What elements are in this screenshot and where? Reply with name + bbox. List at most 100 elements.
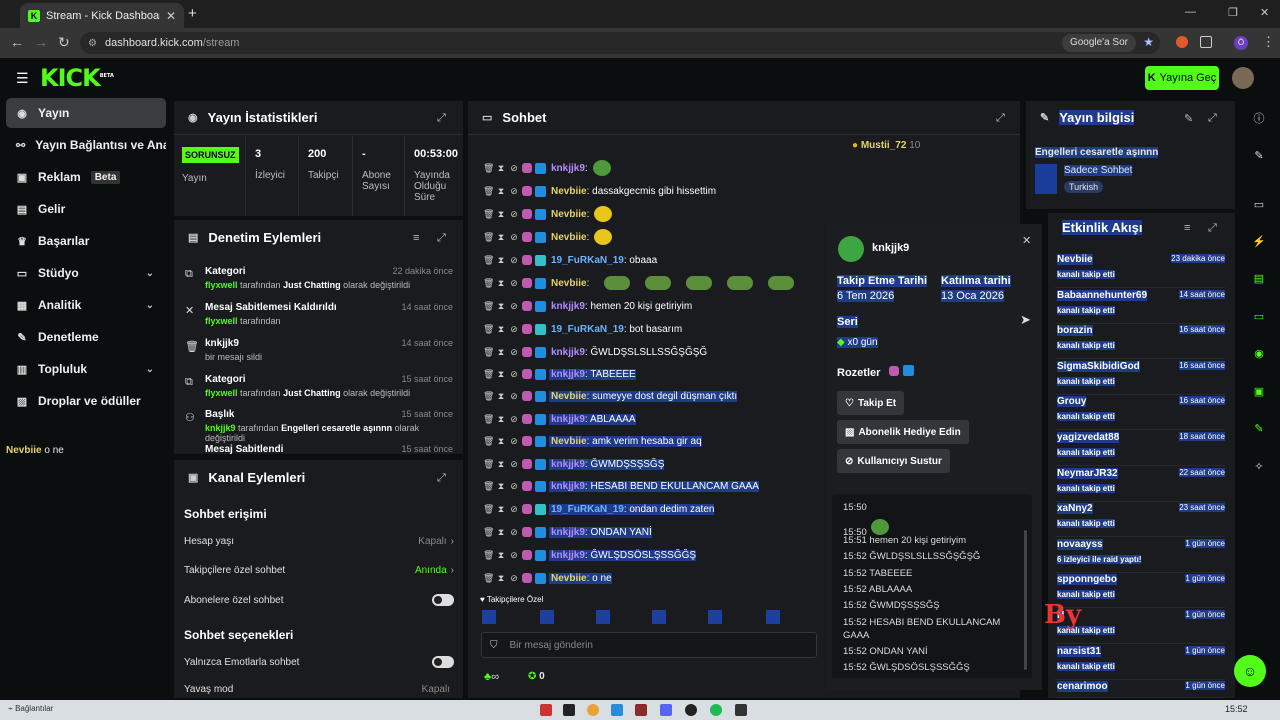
chat-message[interactable]: 🗑 ⧗ ⊘ 19_FuRKaN_19: bot basarım: [483, 319, 682, 339]
activity-username[interactable]: Nevbiie: [1057, 254, 1093, 265]
trash-icon[interactable]: 🗑: [483, 550, 494, 561]
ban-icon[interactable]: ⊘: [509, 209, 519, 220]
trash-icon[interactable]: 🗑: [483, 369, 494, 380]
chat-message[interactable]: 🗑 ⧗ ⊘ knkjjk9: ABLAAAA: [483, 409, 636, 429]
ban-icon[interactable]: ⊘: [509, 324, 519, 335]
trash-icon[interactable]: 🗑: [483, 255, 494, 266]
chat-username[interactable]: Nevbiie: [551, 232, 587, 243]
list-icon[interactable]: ▤: [1248, 267, 1270, 289]
chat-message[interactable]: 🗑 ⧗ ⊘ knkjjk9: TABEEEE: [483, 364, 636, 384]
chat-username[interactable]: knkjjk9: [551, 414, 585, 425]
stream-tag[interactable]: Turkish: [1064, 181, 1104, 193]
extension-icon[interactable]: [1176, 36, 1188, 48]
follow-button[interactable]: ♡ Takip Et: [837, 391, 905, 415]
maximize-icon[interactable]: ❐: [1228, 6, 1238, 19]
slow-mode-row[interactable]: Yavaş mod Kapalı: [184, 681, 454, 698]
activity-username[interactable]: NeymarJR32: [1057, 467, 1118, 479]
chat-message[interactable]: 🗑 ⧗ ⊘ knkjjk9: hemen 20 kişi getiriyim: [483, 296, 692, 316]
trash-icon[interactable]: 🗑: [483, 209, 494, 220]
chat-username[interactable]: knkjjk9: [551, 459, 585, 470]
discord-icon[interactable]: [660, 704, 672, 716]
trash-icon[interactable]: 🗑: [483, 232, 494, 243]
ban-icon[interactable]: ⊘: [509, 414, 519, 425]
chrome-icon[interactable]: [587, 704, 599, 716]
ban-icon[interactable]: ⊘: [509, 459, 519, 470]
category-name[interactable]: Sadece Sohbet: [1064, 165, 1133, 176]
user-card-username[interactable]: knkjjk9: [872, 242, 909, 254]
trash-icon[interactable]: 🗑: [483, 278, 494, 289]
lightning-icon[interactable]: ⚡: [1248, 230, 1270, 252]
activity-username[interactable]: novaayss: [1057, 538, 1103, 550]
app-icon[interactable]: [685, 704, 697, 716]
chat-icon[interactable]: ▭: [1248, 305, 1270, 327]
extensions-puzzle-icon[interactable]: [1200, 36, 1212, 48]
sidebar-item-gelir[interactable]: ▤ Gelir: [6, 194, 166, 224]
mute-user-button[interactable]: ⊘ Kullanıcıyı Sustur: [837, 449, 950, 473]
chat-username[interactable]: Nevbiie: [551, 391, 587, 402]
chat-username[interactable]: knkjjk9: [551, 527, 585, 538]
timeout-icon[interactable]: ⧗: [496, 301, 506, 312]
bookmark-star-icon[interactable]: ★: [1143, 35, 1154, 49]
ban-icon[interactable]: ⊘: [509, 186, 519, 197]
timeout-icon[interactable]: ⧗: [496, 255, 506, 266]
minimize-icon[interactable]: —: [1185, 6, 1196, 18]
channel-points[interactable]: ✪ 0: [528, 671, 545, 682]
activity-username[interactable]: yagizvedat88: [1057, 432, 1120, 443]
sidebar-item-yayin[interactable]: ◉ Yayın: [6, 98, 166, 128]
chat-username[interactable]: 19_FuRKaN_19: [551, 255, 624, 266]
chat-username[interactable]: knkjjk9: [551, 550, 585, 561]
go-live-button[interactable]: K Yayına Geç: [1145, 66, 1219, 90]
network-status[interactable]: ⌁ Bağlantılar: [8, 704, 53, 713]
history-scrollbar[interactable]: [1024, 530, 1027, 670]
gift-sub-button[interactable]: ▨ Abonelik Hediye Edin: [837, 420, 969, 444]
expand-icon[interactable]: ⤢: [1208, 222, 1217, 235]
sidebar-item-topluluk[interactable]: ▥ Topluluk ⌄: [6, 354, 166, 384]
activity-item[interactable]: SigmaSkibidiGod kanalı takip etti 16 saat …: [1055, 359, 1225, 395]
activity-username[interactable]: Grouy: [1057, 396, 1087, 408]
activity-item[interactable]: cenarimoo 1 gün önce: [1055, 679, 1225, 698]
ban-icon[interactable]: ⊘: [509, 391, 519, 402]
app-icon[interactable]: [563, 704, 575, 716]
chat-username[interactable]: Nevbiie: [551, 573, 587, 584]
subs-only-toggle[interactable]: [432, 594, 454, 606]
ban-icon[interactable]: ⊘: [509, 255, 519, 266]
sidebar-item-analitik[interactable]: ▦ Analitik ⌄: [6, 290, 166, 320]
chat-message[interactable]: 🗑 ⧗ ⊘ knkjjk9: ĞWMDŞSŞSĞŞ: [483, 454, 665, 474]
timeout-icon[interactable]: ⧗: [496, 481, 506, 492]
activity-item[interactable]: Babaannehunter69 kanalı takip etti 14 saat…: [1055, 288, 1225, 324]
new-tab-button[interactable]: +: [188, 5, 197, 22]
chat-username[interactable]: knkjjk9: [551, 301, 585, 312]
hamburger-menu-icon[interactable]: ☰: [16, 70, 29, 87]
sidebar-item-droplar[interactable]: ▨ Droplar ve ödüller: [6, 386, 166, 416]
infinity-points[interactable]: ♣∞: [484, 671, 499, 683]
chat-message[interactable]: 🗑 ⧗ ⊘ knkjjk9: ĞWLDŞSLSLLSSĞŞĞŞĞ: [483, 342, 707, 362]
activity-username[interactable]: Babaannehunter69: [1057, 289, 1148, 301]
ban-icon[interactable]: ⊘: [509, 369, 519, 380]
activity-item[interactable]: xaNny2 kanalı takip etti 23 saat önce: [1055, 501, 1225, 538]
filter-icon[interactable]: ≡: [413, 232, 419, 244]
expand-icon[interactable]: ⤢: [996, 112, 1005, 125]
trash-icon[interactable]: 🗑: [483, 436, 494, 447]
emote-only-toggle[interactable]: [432, 656, 454, 668]
emote-slot[interactable]: [482, 610, 496, 624]
timeout-icon[interactable]: ⧗: [496, 459, 506, 470]
sidebar-item-basarilar[interactable]: ♛ Başarılar: [6, 226, 166, 256]
expand-icon[interactable]: ⤢: [1208, 112, 1217, 125]
activity-username[interactable]: narsist31: [1057, 645, 1101, 657]
activity-username[interactable]: xaNny2: [1057, 503, 1093, 515]
timeout-icon[interactable]: ⧗: [496, 527, 506, 538]
trash-icon[interactable]: 🗑: [483, 163, 494, 174]
browser-menu-icon[interactable]: ⋮: [1262, 34, 1275, 50]
ban-icon[interactable]: ⊘: [509, 504, 519, 515]
trash-icon[interactable]: 🗑: [483, 481, 494, 492]
wrench-icon[interactable]: ✎: [1248, 417, 1270, 439]
user-avatar[interactable]: [1232, 67, 1254, 89]
ban-icon[interactable]: ⊘: [509, 527, 519, 538]
chat-message[interactable]: 🗑 ⧗ ⊘ Nevbiie:: [483, 227, 613, 247]
ban-icon[interactable]: ⊘: [509, 163, 519, 174]
timeout-icon[interactable]: ⧗: [496, 347, 506, 358]
timeout-icon[interactable]: ⧗: [496, 391, 506, 402]
trash-icon[interactable]: 🗑: [483, 391, 494, 402]
trash-icon[interactable]: 🗑: [483, 347, 494, 358]
close-tab-icon[interactable]: ✕: [166, 9, 176, 23]
